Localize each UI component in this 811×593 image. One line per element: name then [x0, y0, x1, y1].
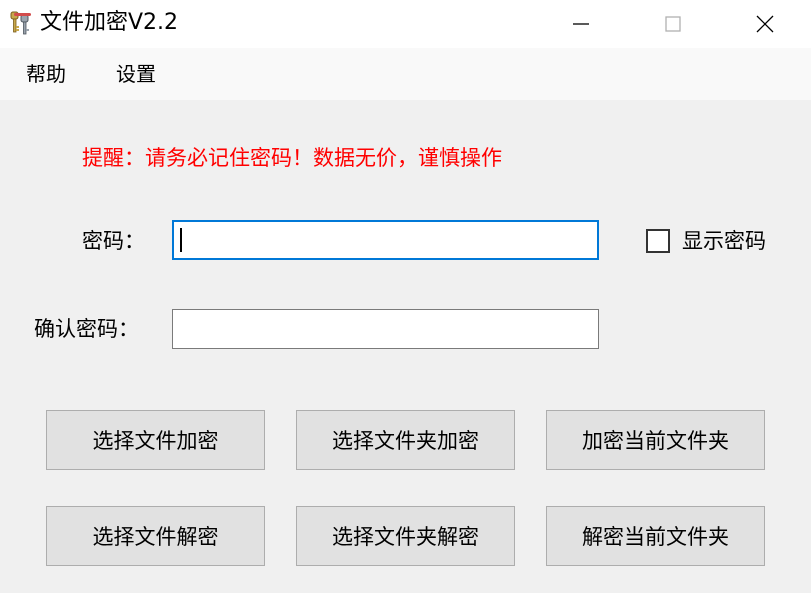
- menu-help[interactable]: 帮助: [26, 60, 66, 88]
- minimize-button[interactable]: [535, 0, 627, 48]
- menu-bar: 帮助 设置: [0, 48, 811, 100]
- encrypt-current-folder-button[interactable]: 加密当前文件夹: [546, 410, 765, 470]
- title-bar[interactable]: 文件加密V2.2: [0, 0, 811, 48]
- password-input[interactable]: [172, 220, 599, 260]
- decrypt-folder-button[interactable]: 选择文件夹解密: [296, 506, 515, 566]
- minimize-icon: [573, 23, 589, 25]
- window-title: 文件加密V2.2: [40, 10, 179, 35]
- confirm-password-label: 确认密码：: [34, 317, 139, 341]
- confirm-password-input[interactable]: [172, 309, 599, 349]
- warning-text: 提醒：请务必记住密码！数据无价，谨慎操作: [82, 146, 502, 170]
- keys-icon: [10, 11, 31, 35]
- checkbox-box[interactable]: [646, 229, 670, 253]
- maximize-button[interactable]: [627, 0, 719, 48]
- close-icon: [756, 15, 774, 33]
- close-button[interactable]: [719, 0, 811, 48]
- text-caret: [180, 228, 182, 252]
- decrypt-current-folder-button[interactable]: 解密当前文件夹: [546, 506, 765, 566]
- menu-settings[interactable]: 设置: [116, 60, 156, 88]
- decrypt-file-button[interactable]: 选择文件解密: [46, 506, 265, 566]
- encrypt-folder-button[interactable]: 选择文件夹加密: [296, 410, 515, 470]
- app-window: 文件加密V2.2 帮助 设置 提醒：请务必记住密码！数据无价，谨慎操作 密码：: [0, 0, 811, 593]
- password-label: 密码：: [82, 229, 145, 253]
- maximize-icon: [665, 16, 681, 32]
- show-password-label[interactable]: 显示密码: [682, 226, 766, 256]
- encrypt-file-button[interactable]: 选择文件加密: [46, 410, 265, 470]
